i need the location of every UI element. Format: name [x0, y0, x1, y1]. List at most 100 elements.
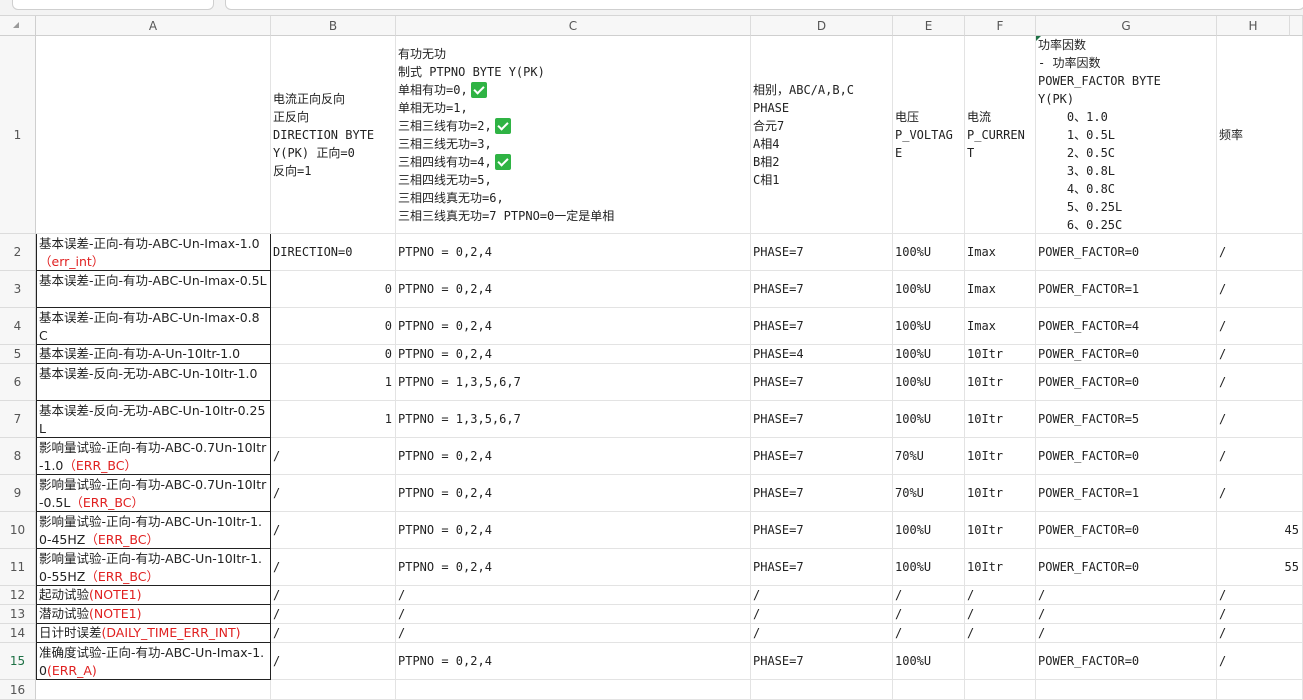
cell-c7[interactable]: PTPNO = 1,3,5,6,7: [396, 401, 751, 438]
cell-h10[interactable]: 45: [1217, 512, 1303, 549]
row-header-15[interactable]: 15: [0, 643, 36, 680]
cell-f4[interactable]: Imax: [965, 308, 1036, 345]
cell-a9[interactable]: 影响量试验-正向-有功-ABC-0.7Un-10Itr-0.5L（ERR_BC）: [36, 475, 271, 512]
cell-f7[interactable]: 10Itr: [965, 401, 1036, 438]
row-header-4[interactable]: 4: [0, 308, 36, 345]
cell-d12[interactable]: /: [751, 586, 893, 605]
cell-c6[interactable]: PTPNO = 1,3,5,6,7: [396, 364, 751, 401]
cell-h2[interactable]: /: [1217, 234, 1303, 271]
cell-b12[interactable]: /: [271, 586, 396, 605]
cell-g15[interactable]: POWER_FACTOR=0: [1036, 643, 1217, 680]
cell-f5[interactable]: 10Itr: [965, 345, 1036, 364]
cell-f11[interactable]: 10Itr: [965, 549, 1036, 586]
cell-h13[interactable]: /: [1217, 605, 1303, 624]
cell-a13[interactable]: 潜动试验(NOTE1): [36, 605, 271, 624]
cell-a8[interactable]: 影响量试验-正向-有功-ABC-0.7Un-10Itr-1.0（ERR_BC）: [36, 438, 271, 475]
cell-c14[interactable]: /: [396, 624, 751, 643]
cell-e15[interactable]: 100%U: [893, 643, 965, 680]
cell-h15[interactable]: /: [1217, 643, 1303, 680]
row-header-7[interactable]: 7: [0, 401, 36, 438]
cell-d8[interactable]: PHASE=7: [751, 438, 893, 475]
row-header-5[interactable]: 5: [0, 345, 36, 364]
cell-g6[interactable]: POWER_FACTOR=0: [1036, 364, 1217, 401]
cell-c11[interactable]: PTPNO = 0,2,4: [396, 549, 751, 586]
cell-b14[interactable]: /: [271, 624, 396, 643]
cell-h11[interactable]: 55: [1217, 549, 1303, 586]
cell-f10[interactable]: 10Itr: [965, 512, 1036, 549]
cell-f6[interactable]: 10Itr: [965, 364, 1036, 401]
column-header-e[interactable]: E: [893, 16, 965, 36]
cell-d11[interactable]: PHASE=7: [751, 549, 893, 586]
cell-g4[interactable]: POWER_FACTOR=4: [1036, 308, 1217, 345]
cell-g1[interactable]: 功率因数 - 功率因数 POWER_FACTOR BYTE Y(PK) 0、1.0 1…: [1036, 36, 1217, 234]
cell-e16[interactable]: [893, 680, 965, 700]
column-header-d[interactable]: D: [751, 16, 893, 36]
cell-d7[interactable]: PHASE=7: [751, 401, 893, 438]
cell-b11[interactable]: /: [271, 549, 396, 586]
cell-h12[interactable]: /: [1217, 586, 1303, 605]
cell-f13[interactable]: /: [965, 605, 1036, 624]
cell-b6[interactable]: 1: [271, 364, 396, 401]
column-header-g[interactable]: G: [1036, 16, 1217, 36]
cell-d13[interactable]: /: [751, 605, 893, 624]
cell-g8[interactable]: POWER_FACTOR=0: [1036, 438, 1217, 475]
cell-b10[interactable]: /: [271, 512, 396, 549]
row-header-6[interactable]: 6: [0, 364, 36, 401]
cell-a4[interactable]: 基本误差-正向-有功-ABC-Un-Imax-0.8C: [36, 308, 271, 345]
cell-e13[interactable]: /: [893, 605, 965, 624]
cell-a16[interactable]: [36, 680, 271, 700]
cell-b13[interactable]: /: [271, 605, 396, 624]
row-header-12[interactable]: 12: [0, 586, 36, 605]
cell-d3[interactable]: PHASE=7: [751, 271, 893, 308]
row-header-14[interactable]: 14: [0, 624, 36, 643]
cell-c15[interactable]: PTPNO = 0,2,4: [396, 643, 751, 680]
cell-e14[interactable]: /: [893, 624, 965, 643]
cell-e11[interactable]: 100%U: [893, 549, 965, 586]
cell-a1[interactable]: [36, 36, 271, 234]
cell-g3[interactable]: POWER_FACTOR=1: [1036, 271, 1217, 308]
column-header-c[interactable]: C: [396, 16, 751, 36]
cell-d2[interactable]: PHASE=7: [751, 234, 893, 271]
cell-a3[interactable]: 基本误差-正向-有功-ABC-Un-Imax-0.5L: [36, 271, 271, 308]
row-header-11[interactable]: 11: [0, 549, 36, 586]
cell-h6[interactable]: /: [1217, 364, 1303, 401]
cell-c10[interactable]: PTPNO = 0,2,4: [396, 512, 751, 549]
cell-c13[interactable]: /: [396, 605, 751, 624]
cell-f12[interactable]: /: [965, 586, 1036, 605]
cell-f15[interactable]: [965, 643, 1036, 680]
cell-d16[interactable]: [751, 680, 893, 700]
cell-e2[interactable]: 100%U: [893, 234, 965, 271]
cell-h4[interactable]: /: [1217, 308, 1303, 345]
cell-b9[interactable]: /: [271, 475, 396, 512]
cell-f16[interactable]: [965, 680, 1036, 700]
cell-g7[interactable]: POWER_FACTOR=5: [1036, 401, 1217, 438]
cell-f8[interactable]: 10Itr: [965, 438, 1036, 475]
cell-a2[interactable]: 基本误差-正向-有功-ABC-Un-Imax-1.0 （err_int）: [36, 234, 271, 271]
cell-g5[interactable]: POWER_FACTOR=0: [1036, 345, 1217, 364]
cell-b16[interactable]: [271, 680, 396, 700]
cell-f2[interactable]: Imax: [965, 234, 1036, 271]
row-header-2[interactable]: 2: [0, 234, 36, 271]
cell-h8[interactable]: /: [1217, 438, 1303, 475]
cell-c2[interactable]: PTPNO = 0,2,4: [396, 234, 751, 271]
cell-c5[interactable]: PTPNO = 0,2,4: [396, 345, 751, 364]
cell-a5[interactable]: 基本误差-正向-有功-A-Un-10Itr-1.0: [36, 345, 271, 364]
cell-b3[interactable]: 0: [271, 271, 396, 308]
row-header-10[interactable]: 10: [0, 512, 36, 549]
cell-h3[interactable]: /: [1217, 271, 1303, 308]
cell-b8[interactable]: /: [271, 438, 396, 475]
cell-e4[interactable]: 100%U: [893, 308, 965, 345]
cell-a14[interactable]: 日计时误差(DAILY_TIME_ERR_INT): [36, 624, 271, 643]
cell-a11[interactable]: 影响量试验-正向-有功-ABC-Un-10Itr-1.0-55HZ（ERR_BC…: [36, 549, 271, 586]
column-header-f[interactable]: F: [965, 16, 1036, 36]
row-header-8[interactable]: 8: [0, 438, 36, 475]
row-header-13[interactable]: 13: [0, 605, 36, 624]
cell-d9[interactable]: PHASE=7: [751, 475, 893, 512]
cell-b1[interactable]: 电流正向反向 正反向 DIRECTION BYTE Y(PK) 正向=0 反向=1: [271, 36, 396, 234]
cell-a15[interactable]: 准确度试验-正向-有功-ABC-Un-Imax-1.0(ERR_A): [36, 643, 271, 680]
cell-g14[interactable]: /: [1036, 624, 1217, 643]
cell-e12[interactable]: /: [893, 586, 965, 605]
cell-g2[interactable]: POWER_FACTOR=0: [1036, 234, 1217, 271]
cell-d15[interactable]: PHASE=7: [751, 643, 893, 680]
cell-e3[interactable]: 100%U: [893, 271, 965, 308]
